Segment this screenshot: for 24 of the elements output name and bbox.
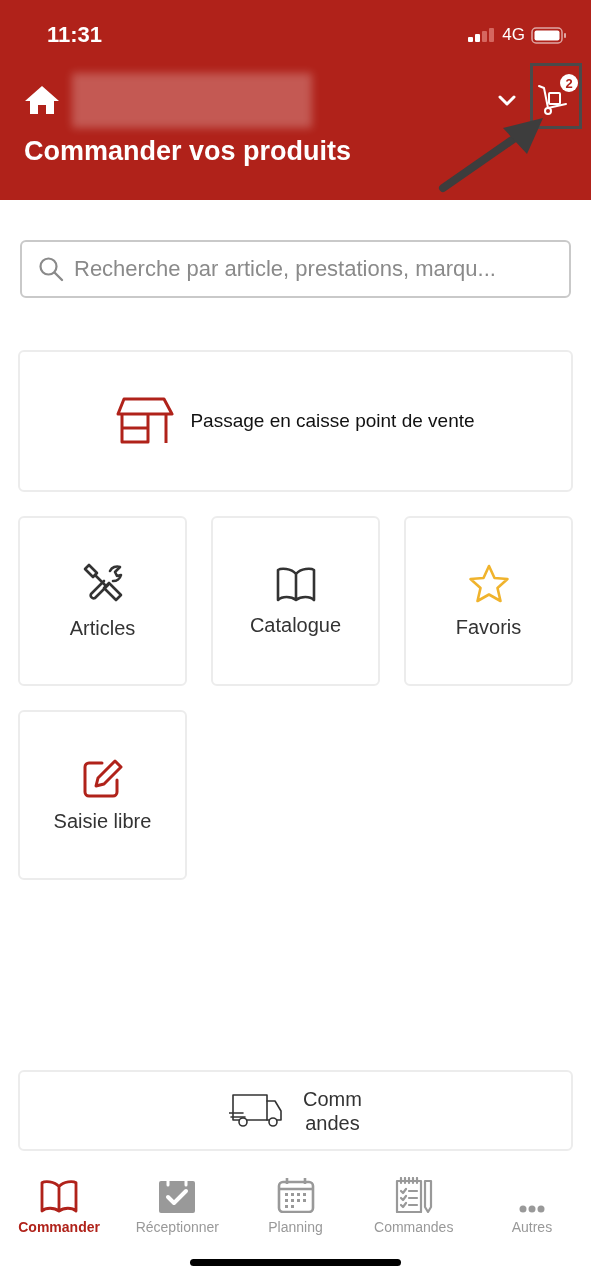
store-icon <box>116 397 175 445</box>
cart-count-badge: 2 <box>560 74 578 92</box>
more-icon <box>518 1205 545 1213</box>
chevron-down-icon[interactable] <box>498 94 516 106</box>
shortcut-tile[interactable]: Favoris <box>404 516 573 686</box>
checklist-icon <box>394 1177 433 1213</box>
checkout-card[interactable]: Passage en caisse point de vente <box>18 350 573 492</box>
shortcut-tile[interactable]: Articles <box>18 516 187 686</box>
signal-icon <box>468 28 497 42</box>
tab-bar-item[interactable]: Commander <box>0 1169 119 1235</box>
page-title: Commander vos produits <box>24 136 353 167</box>
battery-icon <box>531 26 567 44</box>
book-icon <box>274 565 317 602</box>
search-field[interactable]: Recherche par article, prestations, marqu... <box>20 240 571 298</box>
calendar-icon <box>276 1177 315 1213</box>
network-label: 4G <box>502 25 525 45</box>
edit-icon <box>81 757 124 798</box>
shortcut-tile[interactable]: Catalogue <box>211 516 380 686</box>
home-icon[interactable] <box>24 85 60 115</box>
status-time: 11:31 <box>47 22 103 48</box>
shortcut-tile[interactable]: Saisie libre <box>18 710 187 880</box>
star-icon <box>467 563 510 604</box>
book-icon <box>39 1179 80 1213</box>
orders-button[interactable]: Comm andes <box>18 1070 573 1151</box>
